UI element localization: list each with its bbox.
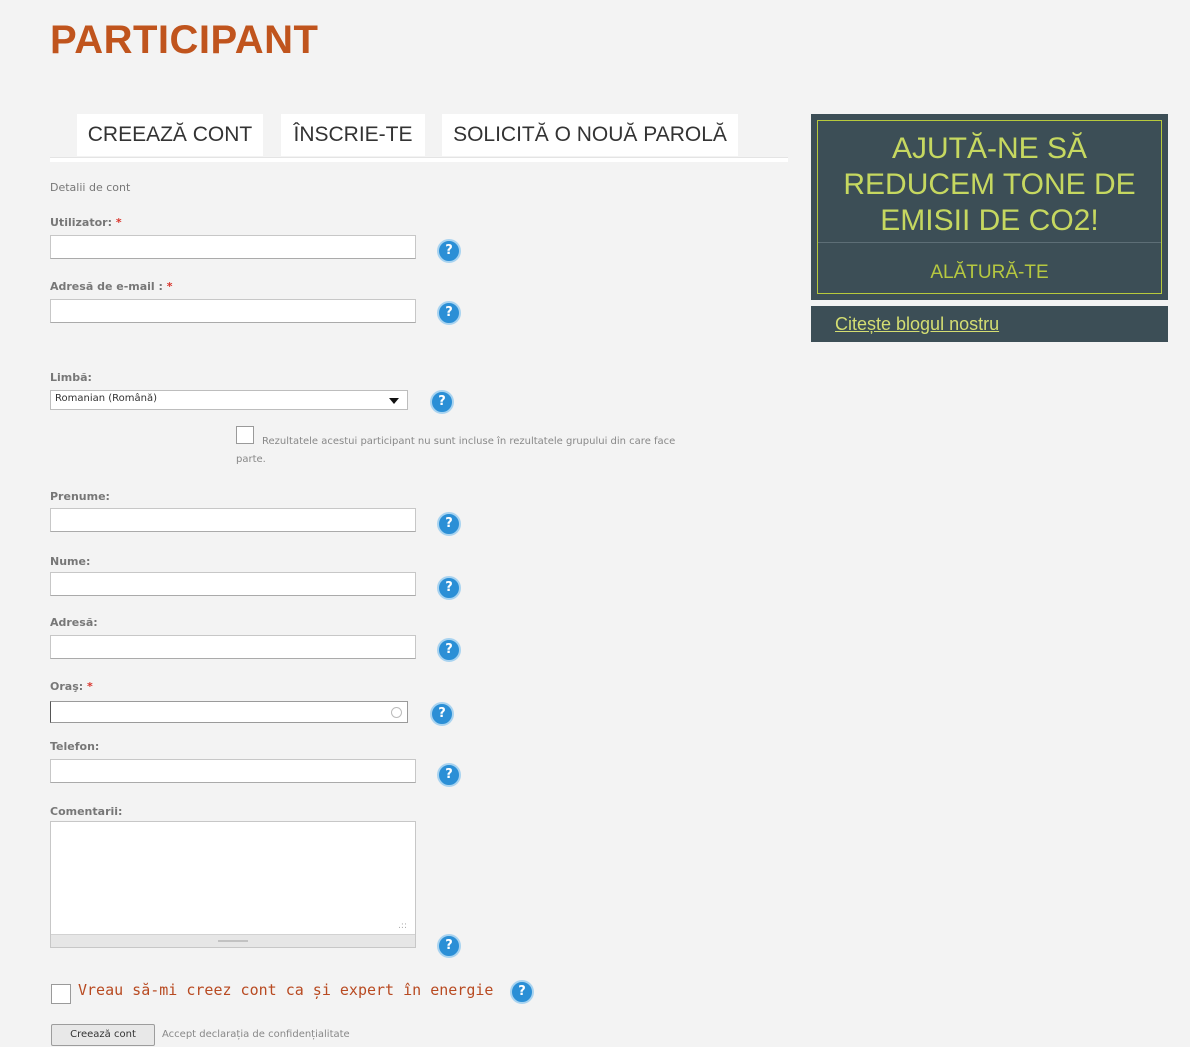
help-icon[interactable]: ? — [430, 702, 454, 726]
comments-textarea[interactable]: .:: — [50, 821, 416, 948]
chevron-down-icon — [389, 398, 399, 404]
resize-handle-icon[interactable]: .:: — [398, 921, 407, 931]
help-icon[interactable]: ? — [437, 576, 461, 600]
language-label: Limbă: — [50, 371, 92, 384]
tab-sign-up[interactable]: ÎNSCRIE-TE — [281, 114, 425, 156]
language-selected-value: Romanian (Română) — [55, 393, 158, 404]
last-name-input[interactable] — [50, 572, 416, 596]
promo-headline-line: AJUTĂ-NE SĂ — [891, 132, 1088, 165]
exclude-results-text-line2: parte. — [236, 454, 266, 465]
promo-headline: AJUTĂ-NE SĂ REDUCEM TONE DE EMISII DE CO… — [818, 131, 1161, 239]
help-icon[interactable]: ? — [510, 980, 534, 1004]
join-link[interactable]: ALĂTURĂ-TE — [818, 262, 1161, 284]
loading-spinner-icon — [391, 707, 402, 718]
privacy-statement-text: Accept declarația de confidențialitate — [162, 1029, 350, 1040]
last-name-label: Nume: — [50, 555, 91, 568]
phone-input[interactable] — [50, 759, 416, 783]
email-input[interactable] — [50, 299, 416, 323]
required-mark: * — [87, 680, 93, 693]
exclude-results-checkbox[interactable] — [236, 426, 254, 444]
address-input[interactable] — [50, 635, 416, 659]
email-label-text: Adresă de e-mail : — [50, 280, 163, 293]
first-name-label: Prenume: — [50, 490, 110, 503]
help-icon[interactable]: ? — [437, 763, 461, 787]
promo-headline-line: EMISII DE CO2! — [880, 204, 1099, 237]
exclude-results-text: Rezultatele acestui participant nu sunt … — [262, 430, 782, 453]
comments-label: Comentarii: — [50, 805, 123, 818]
help-icon[interactable]: ? — [437, 512, 461, 536]
city-input[interactable] — [50, 701, 408, 723]
language-select[interactable]: Romanian (Română) — [50, 390, 408, 410]
tab-request-password[interactable]: SOLICITĂ O NOUĂ PAROLĂ — [442, 114, 738, 156]
city-label: Oraş: * — [50, 680, 93, 693]
promo-banner: AJUTĂ-NE SĂ REDUCEM TONE DE EMISII DE CO… — [811, 114, 1168, 300]
username-input[interactable] — [50, 235, 416, 259]
address-label: Adresă: — [50, 616, 98, 629]
username-label-text: Utilizator: — [50, 216, 112, 229]
blog-bar: Citește blogul nostru — [811, 306, 1168, 342]
help-icon[interactable]: ? — [437, 301, 461, 325]
help-icon[interactable]: ? — [430, 390, 454, 414]
grip-icon — [218, 940, 248, 942]
first-name-input[interactable] — [50, 508, 416, 532]
help-icon[interactable]: ? — [437, 934, 461, 958]
city-label-text: Oraş: — [50, 680, 84, 693]
tab-create-account[interactable]: CREEAZĂ CONT — [77, 114, 263, 156]
promo-frame: AJUTĂ-NE SĂ REDUCEM TONE DE EMISII DE CO… — [817, 120, 1162, 294]
phone-label: Telefon: — [50, 740, 100, 753]
page-title: PARTICIPANT — [50, 18, 319, 62]
required-mark: * — [115, 216, 122, 229]
email-label: Adresă de e-mail : * — [50, 280, 173, 293]
exclude-results-text-line1: Rezultatele acestui participant nu sunt … — [262, 436, 676, 447]
username-label: Utilizator: * — [50, 216, 122, 229]
expert-checkbox-label[interactable]: Vreau să-mi creez cont ca și expert în e… — [78, 981, 493, 999]
tab-underline — [50, 157, 788, 162]
help-icon[interactable]: ? — [437, 239, 461, 263]
help-icon[interactable]: ? — [437, 638, 461, 662]
textarea-grippie[interactable] — [51, 934, 415, 947]
expert-checkbox[interactable] — [51, 984, 71, 1004]
promo-divider — [818, 242, 1161, 243]
create-account-button[interactable]: Creează cont — [51, 1024, 155, 1046]
required-mark: * — [166, 280, 173, 293]
promo-headline-line: REDUCEM TONE DE — [843, 168, 1136, 201]
section-label: Detalii de cont — [50, 181, 131, 194]
blog-link[interactable]: Citește blogul nostru — [835, 314, 999, 335]
